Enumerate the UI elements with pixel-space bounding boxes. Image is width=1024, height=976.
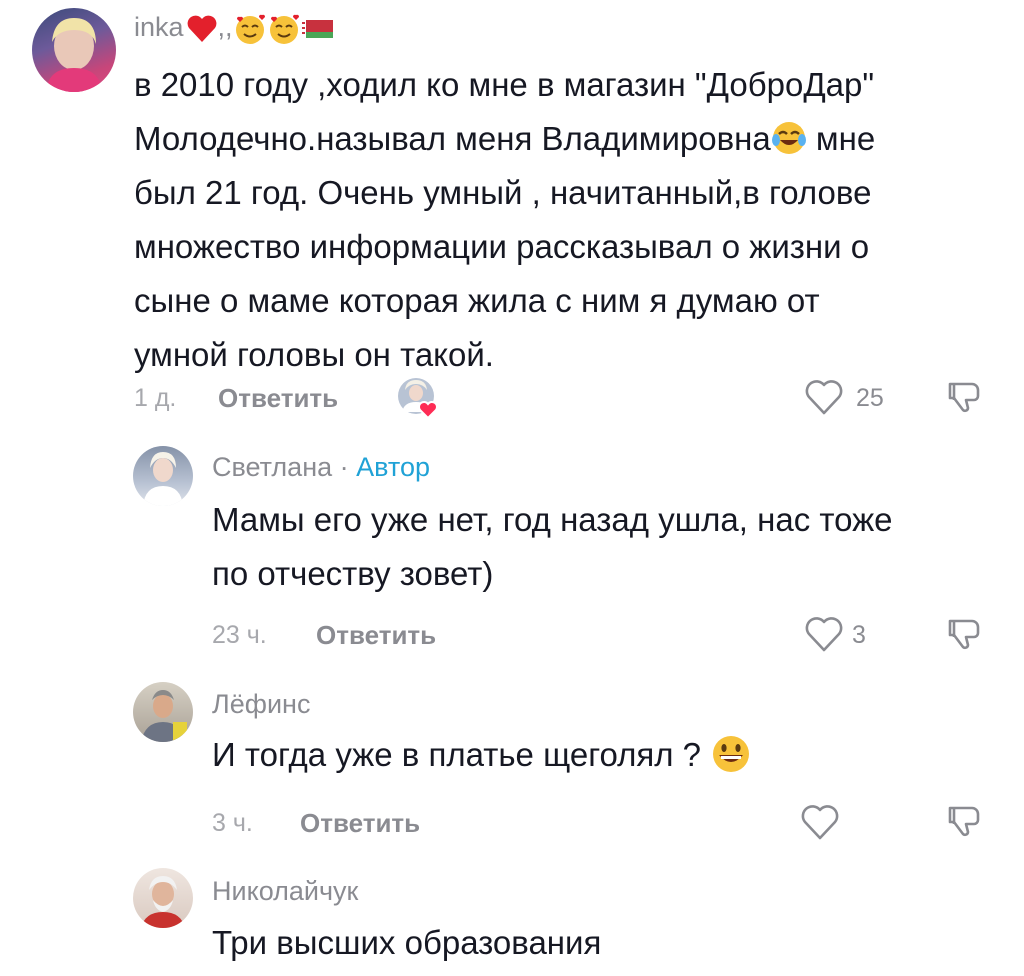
avatar-photo [141, 876, 185, 928]
comment-line: по отчеству зовет) [212, 555, 494, 592]
heart-outline-icon[interactable] [800, 803, 840, 846]
tears-of-joy-emoji-icon [771, 122, 806, 155]
username-suffix: ,, [217, 12, 233, 42]
comment-text: в 2010 году ,ходил ко мне в магазин "Доб… [134, 58, 1004, 382]
like-count: 25 [856, 384, 884, 412]
grinning-face-emoji-icon [713, 736, 750, 773]
username-separator: · [332, 452, 357, 482]
comment-line: Три высших образования [212, 924, 602, 961]
username-text: inka [134, 12, 184, 42]
comment-line-part: Молодечно.называл меня Владимировна [134, 120, 771, 157]
thumbs-down-icon[interactable] [944, 376, 986, 423]
comment-line-part: И тогда уже в платье щеголял ? [212, 736, 711, 773]
comment-text: И тогда уже в платье щеголял ? [212, 728, 1002, 782]
comment-line: Молодечно.называл меня Владимировна мне [134, 112, 1004, 166]
smiling-face-with-hearts-icon [269, 14, 299, 44]
comment-line: Мамы его уже нет, год назад ушла, нас то… [212, 501, 893, 538]
comment-time: 1 д. [134, 384, 177, 412]
avatar-photo [143, 452, 183, 506]
avatar-photo [141, 690, 187, 742]
comment-time: 3 ч. [212, 809, 253, 837]
avatar[interactable] [133, 682, 193, 742]
username-text: Светлана [212, 452, 333, 482]
comment-line: сыне о маме которая жила с ним я думаю о… [134, 282, 820, 319]
thumbs-down-icon[interactable] [944, 800, 986, 847]
comment-line: множество информации рассказывал о жизни… [134, 228, 870, 265]
comment-line: был 21 год. Очень умный , начитанный,в г… [134, 174, 872, 211]
comment-username[interactable]: Лёфинс [212, 689, 310, 720]
comment-line: И тогда уже в платье щеголял ? [212, 728, 1002, 782]
smiling-face-with-hearts-icon [235, 14, 265, 44]
author-badge: Автор [356, 452, 430, 482]
heart-outline-icon[interactable] [804, 615, 844, 658]
avatar[interactable] [133, 868, 193, 928]
avatar[interactable] [32, 8, 116, 92]
avatar-photo [46, 18, 102, 92]
like-count: 3 [852, 621, 866, 649]
creator-avatar-heart-icon [396, 376, 442, 420]
belarus-flag-icon [300, 19, 333, 38]
avatar[interactable] [133, 446, 193, 506]
username-text: Лёфинс [212, 689, 311, 719]
comment-line: умной головы он такой. [134, 336, 494, 373]
comment-text: Три высших образования [212, 916, 1002, 970]
reply-button[interactable]: Ответить [218, 383, 338, 414]
comment-text: Мамы его уже нет, год назад ушла, нас то… [212, 493, 1002, 601]
username-text: Николайчук [212, 876, 359, 906]
thumbs-down-icon[interactable] [944, 613, 986, 660]
comment-line-part: мне [806, 120, 876, 157]
reply-button[interactable]: Ответить [316, 620, 436, 651]
comment-line: в 2010 году ,ходил ко мне в магазин "Доб… [134, 66, 875, 103]
heart-outline-icon[interactable] [804, 378, 844, 421]
reply-button[interactable]: Ответить [300, 808, 420, 839]
red-heart-icon [187, 15, 216, 42]
comment-username[interactable]: inka,, [134, 12, 333, 45]
comment-time: 23 ч. [212, 621, 267, 649]
comment-username[interactable]: Светлана · Автор [212, 452, 430, 483]
comment-username[interactable]: Николайчук [212, 876, 358, 907]
